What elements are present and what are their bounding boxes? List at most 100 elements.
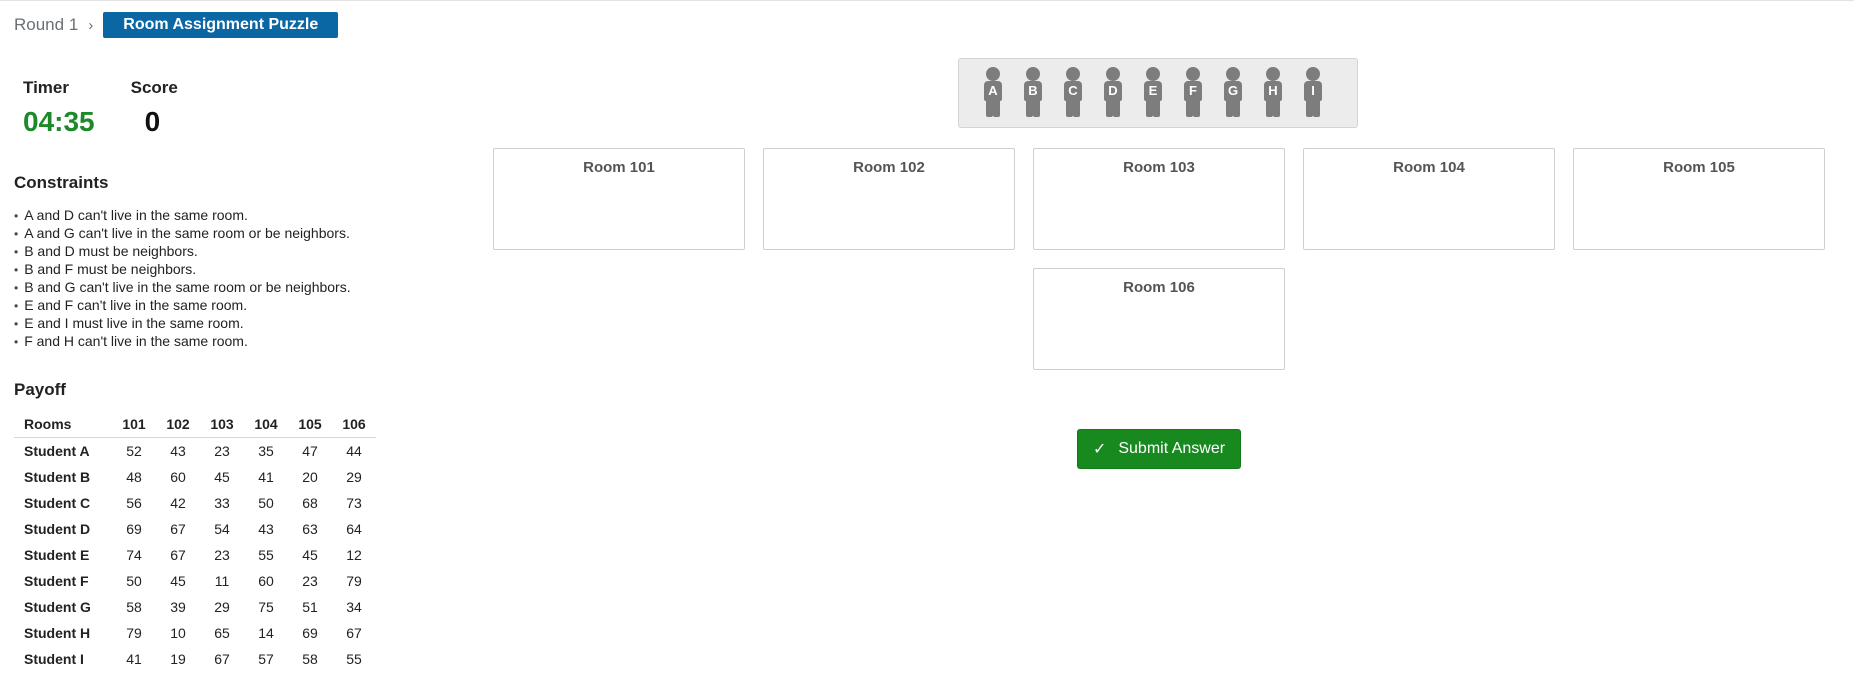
payoff-cell: 39 <box>170 599 186 615</box>
person-leg <box>1033 100 1040 117</box>
payoff-cell: 58 <box>302 651 318 667</box>
student-letter: C <box>1068 83 1078 98</box>
student-f-token[interactable]: F <box>1183 67 1203 119</box>
payoff-cell: 43 <box>170 443 186 459</box>
payoff-cell: 51 <box>302 599 318 615</box>
person-leg <box>1306 100 1313 117</box>
payoff-header-row: Rooms 101 102 103 104 105 106 <box>14 411 376 438</box>
student-letter: E <box>1148 83 1158 98</box>
constraint-item: A and G can't live in the same room or b… <box>14 224 351 242</box>
student-a-token[interactable]: A <box>983 67 1003 119</box>
payoff-cell: 47 <box>302 443 318 459</box>
constraint-item: B and D must be neighbors. <box>14 242 351 260</box>
payoff-cell: 73 <box>346 495 362 511</box>
breadcrumb-round[interactable]: Round 1 <box>14 15 78 35</box>
payoff-cell: 23 <box>302 573 318 589</box>
person-leg <box>1226 100 1233 117</box>
payoff-cell: 55 <box>346 651 362 667</box>
payoff-cell: 75 <box>258 599 274 615</box>
payoff-cell: 60 <box>170 469 186 485</box>
payoff-cell: 45 <box>170 573 186 589</box>
student-c-token[interactable]: C <box>1063 67 1083 119</box>
person-icon <box>1186 67 1200 81</box>
score-label: Score <box>130 78 178 97</box>
constraint-item: E and F can't live in the same room. <box>14 296 351 314</box>
person-icon <box>1266 67 1280 81</box>
constraint-item: F and H can't live in the same room. <box>14 332 351 350</box>
person-leg <box>1106 100 1113 117</box>
room-105-dropzone[interactable]: Room 105 <box>1573 148 1825 250</box>
student-e-token[interactable]: E <box>1143 67 1163 119</box>
student-d-token[interactable]: D <box>1103 67 1123 119</box>
payoff-cell: 19 <box>170 651 186 667</box>
person-leg <box>1233 100 1240 117</box>
timer-label: Timer <box>23 78 69 97</box>
payoff-cell: 23 <box>214 443 230 459</box>
payoff-header-cell: 103 <box>200 411 244 438</box>
student-letter: F <box>1189 83 1197 98</box>
person-leg <box>1193 100 1200 117</box>
payoff-cell: 45 <box>214 469 230 485</box>
person-icon <box>1066 67 1080 81</box>
payoff-row: Student D 69 67 54 43 63 64 <box>14 516 376 542</box>
payoff-cell: 14 <box>258 625 274 641</box>
payoff-cell: 12 <box>346 547 362 563</box>
chevron-right-icon: › <box>88 16 94 34</box>
room-103-dropzone[interactable]: Room 103 <box>1033 148 1285 250</box>
top-divider <box>0 0 1854 1</box>
payoff-cell: 79 <box>126 625 142 641</box>
student-b-token[interactable]: B <box>1023 67 1043 119</box>
timer-value: 04:35 <box>23 106 95 137</box>
payoff-row-label: Student D <box>24 521 91 537</box>
student-g-token[interactable]: G <box>1223 67 1243 119</box>
payoff-header-cell: Rooms <box>14 411 112 438</box>
person-icon <box>1226 67 1240 81</box>
person-leg <box>1153 100 1160 117</box>
breadcrumb: Round 1 › Room Assignment Puzzle <box>14 12 339 38</box>
payoff-header-cell: 104 <box>244 411 288 438</box>
payoff-header-cell: 105 <box>288 411 332 438</box>
student-i-token[interactable]: I <box>1303 67 1323 119</box>
payoff-row: Student F 50 45 11 60 23 79 <box>14 568 376 594</box>
payoff-row-label: Student B <box>24 469 91 485</box>
room-title: Room 105 <box>1663 159 1735 176</box>
constraints-list: A and D can't live in the same room. A a… <box>14 206 351 350</box>
constraint-item: B and G can't live in the same room or b… <box>14 278 350 296</box>
room-104-dropzone[interactable]: Room 104 <box>1303 148 1555 250</box>
payoff-cell: 67 <box>170 521 186 537</box>
payoff-cell: 56 <box>126 495 142 511</box>
person-leg <box>1186 100 1193 117</box>
payoff-row: Student I 41 19 67 57 58 55 <box>14 646 376 672</box>
payoff-row-label: Student E <box>24 547 90 563</box>
person-icon <box>1306 67 1320 81</box>
payoff-cell: 43 <box>258 521 274 537</box>
payoff-cell: 33 <box>214 495 230 511</box>
room-102-dropzone[interactable]: Room 102 <box>763 148 1015 250</box>
payoff-cell: 10 <box>170 625 186 641</box>
room-title: Room 102 <box>853 159 925 176</box>
payoff-cell: 67 <box>214 651 230 667</box>
payoff-cell: 74 <box>126 547 142 563</box>
payoff-cell: 29 <box>346 469 362 485</box>
person-leg <box>1113 100 1120 117</box>
room-title: Room 104 <box>1393 159 1465 176</box>
person-leg <box>1146 100 1153 117</box>
payoff-row-label: Student C <box>24 495 91 511</box>
payoff-row-label: Student G <box>24 599 91 615</box>
payoff-cell: 55 <box>258 547 274 563</box>
score-stat: Score 0 <box>131 78 178 138</box>
room-title: Room 106 <box>1123 279 1195 296</box>
payoff-header-cell: 101 <box>112 411 156 438</box>
room-106-dropzone[interactable]: Room 106 <box>1033 268 1285 370</box>
student-h-token[interactable]: H <box>1263 67 1283 119</box>
submit-answer-label: Submit Answer <box>1118 440 1226 457</box>
payoff-cell: 45 <box>302 547 318 563</box>
payoff-cell: 54 <box>214 521 230 537</box>
submit-answer-button[interactable]: ✓ Submit Answer <box>1077 429 1241 469</box>
constraint-item: E and I must live in the same room. <box>14 314 351 332</box>
payoff-cell: 29 <box>214 599 230 615</box>
payoff-title: Payoff <box>14 380 66 399</box>
room-101-dropzone[interactable]: Room 101 <box>493 148 745 250</box>
payoff-cell: 64 <box>346 521 362 537</box>
payoff-cell: 67 <box>170 547 186 563</box>
